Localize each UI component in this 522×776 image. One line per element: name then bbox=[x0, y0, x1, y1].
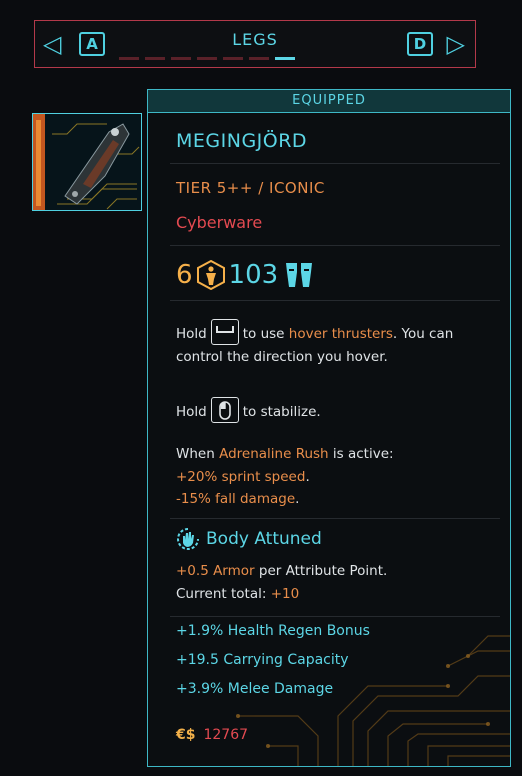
capacity-cost: 6 bbox=[176, 260, 193, 290]
item-price: €$ 12767 bbox=[176, 727, 248, 743]
category-dash[interactable] bbox=[249, 57, 269, 60]
divider bbox=[170, 245, 500, 246]
description-line: Hold to use hover thrusters. You can bbox=[176, 319, 454, 347]
desc-rest: . You can bbox=[392, 326, 454, 342]
perk-description: +0.5 Armor per Attribute Point. bbox=[176, 563, 387, 579]
desc-hold: Hold bbox=[176, 326, 207, 342]
category-indicator bbox=[119, 57, 295, 60]
divider bbox=[170, 300, 500, 301]
body-attuned-icon bbox=[177, 528, 199, 550]
item-tooltip: EQUIPPED MEGINGJÖRD TIER 5++ / ICONIC Cy… bbox=[147, 89, 511, 767]
next-category-key[interactable]: D bbox=[407, 32, 433, 56]
perk-rest: per Attribute Point. bbox=[258, 563, 388, 579]
category-dash[interactable] bbox=[119, 57, 139, 60]
perk-value: +0.5 Armor bbox=[176, 563, 255, 579]
stat-bonus: +3.9% Melee Damage bbox=[176, 681, 334, 697]
mouse-icon bbox=[210, 397, 239, 423]
stat-bonus: +1.9% Health Regen Bonus bbox=[176, 623, 370, 639]
period: . bbox=[295, 491, 300, 507]
category-dash[interactable] bbox=[145, 57, 165, 60]
category-dash-active[interactable] bbox=[275, 57, 295, 60]
desc-hold: Hold bbox=[176, 404, 207, 420]
desc-ability: hover thrusters bbox=[288, 326, 393, 342]
item-name: MEGINGJÖRD bbox=[176, 130, 308, 152]
item-stats: 6 103 bbox=[176, 260, 314, 290]
item-type: Cyberware bbox=[176, 213, 263, 232]
bonus-value: -15% fall damage bbox=[176, 491, 296, 507]
description-line: Hold to stabilize. bbox=[176, 397, 321, 425]
rarity-stripe-inner bbox=[36, 120, 41, 206]
price-value: 12767 bbox=[203, 727, 249, 743]
perk-title: Body Attuned bbox=[206, 529, 322, 549]
jump-key-icon bbox=[210, 319, 239, 345]
adrenaline-name: Adrenaline Rush bbox=[219, 446, 329, 462]
divider bbox=[170, 518, 500, 519]
adrenaline-active: is active: bbox=[332, 446, 394, 462]
adrenaline-when: When bbox=[176, 446, 215, 462]
equipped-label: EQUIPPED bbox=[148, 90, 510, 113]
armor-value: 103 bbox=[228, 260, 279, 290]
perk-current-total: Current total: +10 bbox=[176, 586, 299, 602]
bonus-value: +20% sprint speed bbox=[176, 469, 306, 485]
desc-rest: to stabilize. bbox=[242, 404, 321, 420]
currency-symbol: €$ bbox=[176, 727, 196, 743]
category-dash[interactable] bbox=[197, 57, 217, 60]
legs-armor-icon bbox=[286, 263, 313, 287]
stat-bonus: +19.5 Carrying Capacity bbox=[176, 652, 349, 668]
adrenaline-bonus: -15% fall damage. bbox=[176, 491, 299, 507]
category-dash[interactable] bbox=[171, 57, 191, 60]
adrenaline-bonus: +20% sprint speed. bbox=[176, 469, 310, 485]
item-tier: TIER 5++ / ICONIC bbox=[176, 179, 325, 197]
category-selector: ◁ A LEGS D ▷ bbox=[34, 20, 476, 68]
current-label: Current total: bbox=[176, 586, 267, 602]
perk-header: Body Attuned bbox=[176, 527, 322, 551]
current-value: +10 bbox=[270, 586, 300, 602]
arrow-right-icon[interactable]: ▷ bbox=[447, 31, 465, 57]
period: . bbox=[305, 469, 310, 485]
item-thumbnail[interactable] bbox=[32, 113, 142, 211]
divider bbox=[170, 163, 500, 164]
adrenaline-condition: When Adrenaline Rush is active: bbox=[176, 446, 394, 462]
divider bbox=[170, 616, 500, 617]
cyberware-legs-icon bbox=[52, 123, 140, 210]
attribute-body-icon bbox=[196, 260, 225, 290]
description-line: control the direction you hover. bbox=[176, 349, 388, 365]
desc-to-use: to use bbox=[242, 326, 285, 342]
category-dash[interactable] bbox=[223, 57, 243, 60]
